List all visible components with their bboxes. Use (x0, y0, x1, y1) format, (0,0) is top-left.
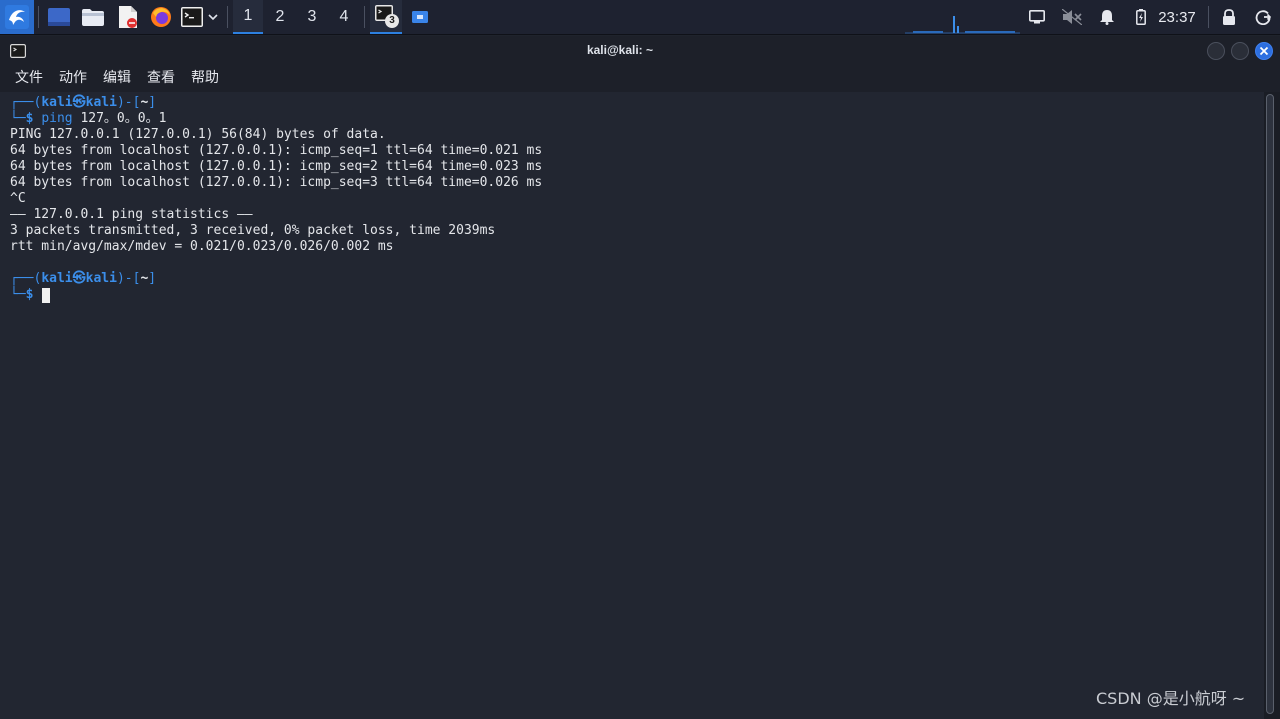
command-line: └─$ (10, 287, 33, 303)
terminal-task-icon[interactable]: 3 (370, 0, 402, 34)
prompt-user: kali (41, 95, 73, 110)
menu-view[interactable]: 查看 (147, 64, 175, 92)
output-line: —— 127.0.0.1 ping statistics —— (10, 207, 253, 222)
chevron-down-icon[interactable] (205, 0, 221, 34)
output-line: PING 127.0.0.1 (127.0.0.1) 56(84) bytes … (10, 127, 386, 142)
terminal-window: kali@kali: ~ 文件 动作 编辑 查看 帮助 ┌──(kali㉿kal… (0, 36, 1280, 719)
prompt-bracket: )-[ (116, 95, 141, 110)
menu-edit[interactable]: 编辑 (103, 64, 131, 92)
menu-file[interactable]: 文件 (15, 64, 43, 92)
battery-icon[interactable] (1130, 0, 1152, 34)
minimize-button[interactable] (1207, 42, 1225, 60)
window-task-icon[interactable] (408, 0, 432, 34)
prompt-at: ㉿ (72, 271, 86, 286)
menu-bar: 文件 动作 编辑 查看 帮助 (0, 64, 1280, 92)
prompt-at: ㉿ (72, 95, 86, 110)
firefox-icon[interactable] (148, 0, 174, 34)
window-titlebar[interactable]: kali@kali: ~ (0, 36, 1280, 64)
prompt-sign: $ (25, 111, 34, 126)
prompt-bracket: ] (148, 271, 157, 286)
network-icon[interactable] (1026, 0, 1048, 34)
close-button[interactable] (1255, 42, 1273, 60)
task-count-badge: 3 (385, 14, 399, 28)
output-line: rtt min/avg/max/mdev = 0.021/0.023/0.026… (10, 239, 394, 254)
desktop-icon[interactable] (46, 0, 72, 34)
output-line: 64 bytes from localhost (127.0.0.1): icm… (10, 175, 543, 190)
kali-dragon-icon[interactable] (0, 0, 34, 34)
watermark: CSDN @是小航呀 ~ (1096, 689, 1246, 708)
prompt-corner: └─ (10, 111, 26, 126)
lock-icon[interactable] (1218, 0, 1240, 34)
scrollbar[interactable] (1264, 92, 1280, 719)
menu-actions[interactable]: 动作 (59, 64, 87, 92)
maximize-button[interactable] (1231, 42, 1249, 60)
panel-separator (38, 6, 39, 28)
folder-icon[interactable] (80, 0, 106, 34)
menu-help[interactable]: 帮助 (191, 64, 219, 92)
workspace-1[interactable]: 1 (233, 0, 263, 34)
bell-icon[interactable] (1096, 0, 1118, 34)
prompt-bracket: ┌──( (10, 271, 42, 286)
scrollbar-thumb[interactable] (1266, 94, 1274, 714)
prompt-bracket: )-[ (116, 271, 141, 286)
close-icon (1259, 46, 1269, 56)
output-line: 64 bytes from localhost (127.0.0.1): icm… (10, 143, 543, 158)
workspace-2[interactable]: 2 (265, 0, 295, 34)
prompt-host: kali (85, 95, 117, 110)
workspace-4[interactable]: 4 (329, 0, 359, 34)
power-icon[interactable] (1252, 0, 1274, 34)
window-title: kali@kali: ~ (586, 43, 654, 57)
output-line: 3 packets transmitted, 3 received, 0% pa… (10, 223, 496, 238)
panel-separator (227, 6, 228, 28)
text-editor-icon[interactable] (114, 0, 140, 34)
top-panel: 1 2 3 4 3 23:37 (0, 0, 1280, 35)
panel-separator (1208, 6, 1209, 28)
prompt-bracket: ┌──( (10, 95, 42, 110)
prompt-line: ┌──(kali㉿kali)-[~] (10, 271, 156, 287)
prompt-corner: └─ (10, 287, 26, 302)
prompt-user: kali (41, 271, 73, 286)
volume-muted-icon[interactable] (1060, 0, 1084, 34)
clock[interactable]: 23:37 (1152, 0, 1202, 34)
output-line: ^C (10, 191, 26, 206)
output-line: 64 bytes from localhost (127.0.0.1): icm… (10, 159, 543, 174)
panel-separator (364, 6, 365, 28)
cpu-graph[interactable] (905, 0, 1020, 34)
terminal-icon[interactable] (180, 0, 204, 34)
prompt-bracket: ] (148, 95, 157, 110)
text-cursor (42, 288, 50, 303)
command-line: └─$ ping 127。0。0。1 (10, 111, 166, 127)
prompt-sign: $ (25, 287, 34, 302)
command-args: 127。0。0。1 (72, 111, 167, 126)
command-name: ping (41, 111, 73, 126)
workspace-3[interactable]: 3 (297, 0, 327, 34)
prompt-host: kali (85, 271, 117, 286)
terminal-output[interactable]: ┌──(kali㉿kali)-[~] └─$ ping 127。0。0。1 PI… (0, 92, 1264, 719)
prompt-line: ┌──(kali㉿kali)-[~] (10, 95, 156, 111)
